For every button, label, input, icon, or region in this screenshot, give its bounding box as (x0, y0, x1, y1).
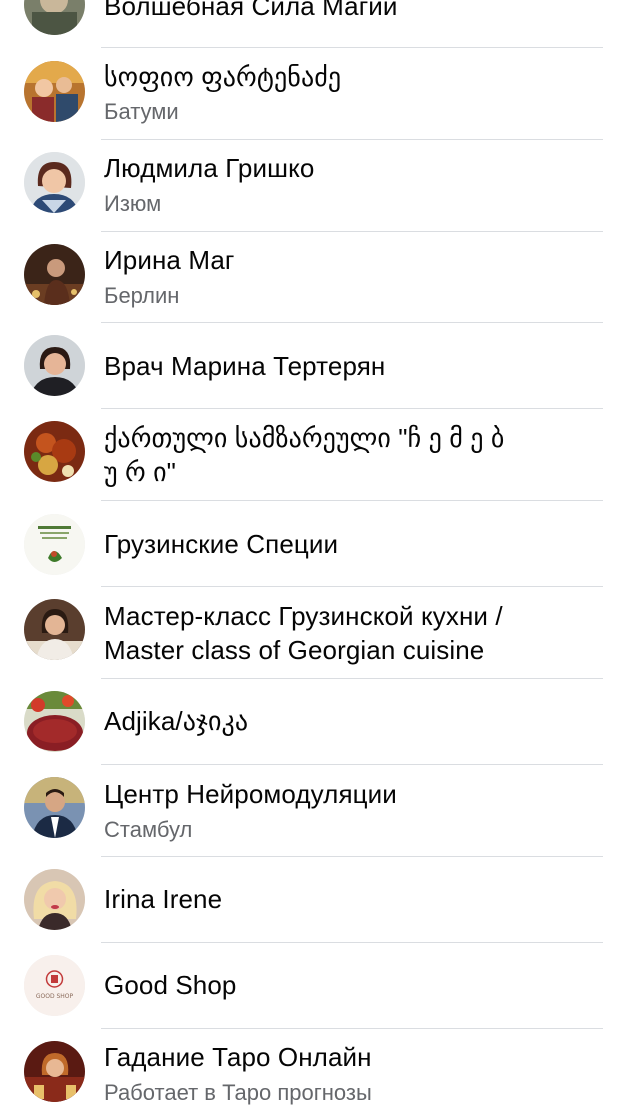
item-name: ქართული სამზარეული "ჩ ე მ ე ბ უ რ ი" (104, 421, 603, 489)
item-name: Мастер-класс Грузинской кухни / Master c… (104, 599, 603, 667)
item-name: Adjika/აჯიკა (104, 706, 249, 736)
divider (101, 500, 603, 501)
profile-avatar[interactable] (24, 244, 85, 305)
profile-avatar[interactable] (24, 335, 85, 396)
divider (101, 586, 603, 587)
divider (101, 47, 603, 48)
item-subtitle: Изюм (104, 191, 162, 216)
divider (101, 856, 603, 857)
profile-avatar[interactable] (24, 152, 85, 213)
item-name: Good Shop (104, 970, 237, 1000)
item-subtitle: Батуми (104, 99, 179, 124)
divider (101, 408, 603, 409)
divider (101, 764, 603, 765)
item-name-line: Master class of Georgian cuisine (104, 635, 485, 665)
item-name: Людмила Гришко (104, 153, 315, 183)
divider (101, 139, 603, 140)
profile-avatar[interactable] (24, 869, 85, 930)
food-avatar[interactable] (24, 421, 85, 482)
food-avatar[interactable] (24, 691, 85, 752)
item-name: Волшебная Сила Магии (104, 0, 398, 21)
item-name: სოფიო ფარტენაძე (104, 62, 342, 92)
divider (101, 322, 603, 323)
logo-avatar[interactable]: GOOD SHOP (24, 955, 85, 1016)
profile-avatar[interactable] (24, 1041, 85, 1102)
item-name: Грузинские Специи (104, 529, 339, 559)
item-name: Irina Irene (104, 884, 223, 914)
profile-avatar[interactable] (24, 61, 85, 122)
item-subtitle: Работает в Таро прогнозы (104, 1080, 372, 1105)
divider (101, 1028, 603, 1029)
divider (101, 942, 603, 943)
page-avatar[interactable] (24, 0, 85, 35)
item-name-line: Мастер-класс Грузинской кухни / (104, 601, 503, 631)
item-name: Врач Марина Тертерян (104, 351, 386, 381)
logo-avatar[interactable] (24, 514, 85, 575)
item-name: Ирина Маг (104, 245, 235, 275)
divider (101, 678, 603, 679)
item-subtitle: Берлин (104, 283, 180, 308)
item-subtitle: Стамбул (104, 817, 193, 842)
item-name: Центр Нейромодуляции (104, 779, 397, 809)
profile-avatar[interactable] (24, 599, 85, 660)
profile-avatar[interactable] (24, 777, 85, 838)
item-name: Гадание Таро Онлайн (104, 1042, 372, 1072)
item-name-line: ქართული სამზარეული "ჩ ე მ ე ბ (104, 423, 505, 453)
divider (101, 231, 603, 232)
logo-text: GOOD SHOP (36, 993, 74, 1000)
item-name-line: უ რ ი" (104, 457, 177, 487)
